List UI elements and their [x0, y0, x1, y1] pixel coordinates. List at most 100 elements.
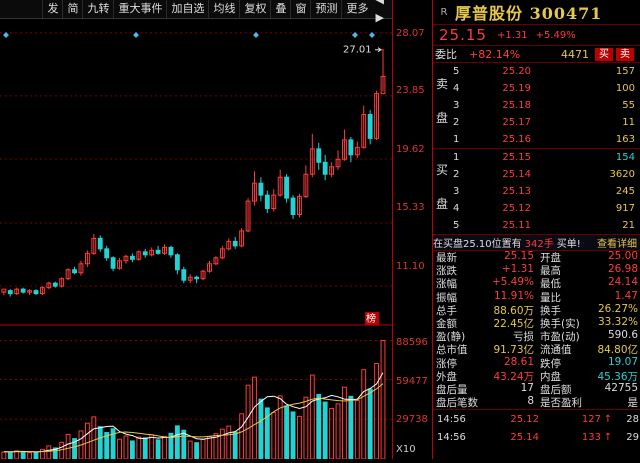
- volume-bar: [361, 369, 367, 460]
- candle-body: [264, 194, 270, 210]
- sell-price: 25.18: [502, 100, 531, 111]
- candle-body: [174, 254, 180, 271]
- kline-chart[interactable]: 27.01 榜: [0, 19, 392, 460]
- sell-row[interactable]: 4 25.19 100: [433, 80, 640, 97]
- toolbar-jiuzhuan[interactable]: 九转: [82, 0, 113, 18]
- event-diamond-icon: [3, 32, 9, 38]
- volume-bar: [200, 438, 206, 460]
- volume-bar: [91, 416, 97, 460]
- toolbar-ma[interactable]: 均线: [208, 0, 239, 18]
- toolbar-jian[interactable]: 简: [62, 0, 82, 18]
- buy-orderbook: 买 盘 1 25.15 154 2 25.14 3620 3 25.13 245 4 25.12 91…: [433, 148, 640, 234]
- toolbar-add-watchlist[interactable]: 加自选: [166, 0, 208, 18]
- price-change: +1.31: [496, 29, 528, 41]
- sell-row[interactable]: 2 25.17 11: [433, 114, 640, 131]
- buy-row[interactable]: 5 25.11 21: [433, 217, 640, 234]
- view-details-link[interactable]: 查看详细: [597, 235, 637, 250]
- buy-volume: 245: [615, 186, 635, 197]
- peak-price-label: 27.01: [343, 45, 372, 56]
- sell-volume: 100: [615, 83, 635, 94]
- buy-price: 25.14: [502, 169, 531, 180]
- stats-table: 最新 25.15 开盘 25.00 涨跌 +1.31 最高 26.98 涨幅 +5.49% 最低 24…: [433, 250, 640, 409]
- y-axis-label: 11.10: [396, 261, 425, 272]
- notice-lots: 342手: [524, 239, 554, 250]
- order-ratio-value: +82.14%: [469, 47, 521, 61]
- buy-row[interactable]: 1 25.15 154: [433, 149, 640, 166]
- volume-bar: [232, 431, 238, 460]
- volume-bar: [46, 445, 52, 460]
- event-diamond-icon: [369, 32, 375, 38]
- volume-bar: [226, 425, 232, 460]
- toolbar-major-events[interactable]: 重大事件: [113, 0, 166, 18]
- tick-volume: 133: [581, 431, 601, 443]
- event-diamond-icon: [253, 32, 259, 38]
- order-ratio-row: 委比 +82.14% 4471 买 卖: [433, 45, 640, 62]
- sell-price: 25.19: [502, 83, 531, 94]
- tick-count: 29: [626, 431, 639, 443]
- sell-row[interactable]: 1 25.16 163: [433, 131, 640, 148]
- buy-price: 25.12: [502, 203, 531, 214]
- buy-row[interactable]: 3 25.13 245: [433, 183, 640, 200]
- volume-bar: [342, 386, 347, 460]
- buy-row[interactable]: 2 25.14 3620: [433, 166, 640, 183]
- toolbar-window[interactable]: 窗: [290, 0, 310, 18]
- volume-bar: [194, 442, 200, 460]
- event-diamond-icon: [133, 32, 139, 38]
- buy-side-label: 盘: [436, 197, 449, 211]
- candle-body: [367, 114, 373, 139]
- order-ratio-label: 委比: [435, 48, 457, 61]
- peak-arrow-icon: [375, 47, 383, 53]
- stat-value: 8: [527, 395, 534, 408]
- up-arrow-icon: ↑: [603, 413, 613, 425]
- buy-volume: 3620: [609, 169, 635, 180]
- volume-bar: [187, 440, 193, 460]
- volume-bar: [59, 441, 65, 460]
- stats-row: 涨幅 +5.49% 最低 24.14: [433, 276, 640, 290]
- sell-price: 25.20: [502, 66, 531, 77]
- stat-value: 是: [627, 397, 639, 410]
- buy-price: 25.13: [502, 186, 531, 197]
- volume-bar: [354, 399, 360, 460]
- candle-body: [168, 246, 174, 256]
- sell-button[interactable]: 卖: [616, 47, 634, 61]
- stock-name-code: 厚普股份 300471: [455, 4, 603, 23]
- vol-axis-label: 59477: [396, 376, 428, 387]
- toolbar-more[interactable]: 更多: [341, 0, 372, 18]
- rank-badge: 榜: [366, 312, 376, 325]
- volume-bar: [277, 395, 283, 460]
- volume-bar: [20, 451, 26, 460]
- sell-row[interactable]: 3 25.18 55: [433, 97, 640, 114]
- sell-row[interactable]: 5 25.20 157: [433, 63, 640, 80]
- buy-side-label: 买: [436, 163, 449, 177]
- candle-body: [110, 257, 116, 269]
- sell-volume: 55: [622, 100, 635, 111]
- candle-body: [104, 248, 110, 259]
- buy-button[interactable]: 买: [595, 47, 613, 61]
- toolbar-adjust[interactable]: 复权: [239, 0, 270, 18]
- stats-row: 最新 25.15 开盘 25.00: [433, 250, 640, 264]
- stats-row: 总手 88.60万 换手 26.27%: [433, 303, 640, 317]
- price-axis: 28.07 23.85 19.62 15.33 11.10 88596 5947…: [392, 0, 433, 459]
- stock-title: R 厚普股份 300471: [433, 0, 640, 25]
- y-axis-label: 19.62: [396, 144, 425, 155]
- toolbar-forecast[interactable]: 预测: [310, 0, 341, 18]
- y-axis-label: 28.07: [396, 28, 425, 39]
- candle-body: [72, 269, 77, 274]
- sell-level: 1: [453, 134, 460, 145]
- order-ratio-volume: 4471: [561, 47, 589, 61]
- candle-body: [97, 237, 103, 250]
- sell-price: 25.17: [502, 117, 531, 128]
- sell-orderbook: 卖 盘 5 25.20 157 4 25.19 100 3 25.18 55 2 25.17 11 1 2…: [433, 62, 640, 148]
- volume-bar: [380, 340, 386, 460]
- buy-level: 5: [453, 220, 460, 231]
- sell-side-label: 盘: [436, 111, 449, 125]
- candle-body: [7, 290, 13, 295]
- toolbar-fa[interactable]: 发: [42, 0, 62, 18]
- volume-bar: [65, 433, 71, 460]
- stats-row: 金额 22.45亿 换手(实) 33.32%: [433, 316, 640, 330]
- tick-list: 14:56 25.12 127 ↑ 28 14:56 25.14 133 ↑ 29: [433, 409, 640, 446]
- candle-body: [258, 182, 264, 196]
- buy-row[interactable]: 4 25.12 917: [433, 200, 640, 217]
- volume-bar: [374, 363, 380, 460]
- toolbar-overlay[interactable]: 叠: [270, 0, 290, 18]
